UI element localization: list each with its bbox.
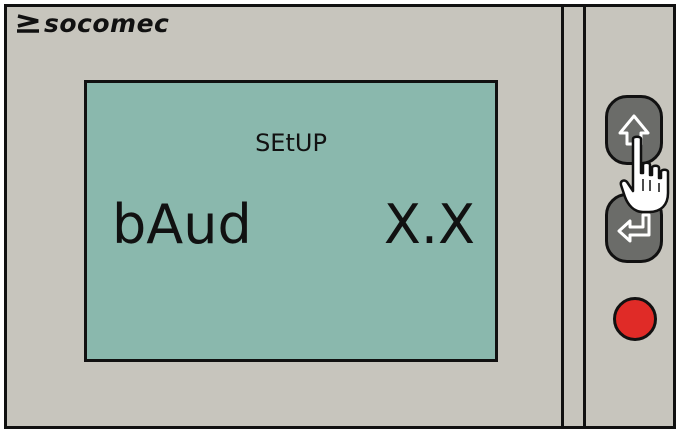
lcd-display: SEtUP bAud X.X	[84, 80, 498, 362]
socomec-logo-icon	[17, 14, 39, 33]
lcd-parameter-name: bAud	[112, 193, 252, 256]
panel-divider-right	[583, 4, 586, 429]
hand-pointer-icon	[619, 135, 670, 214]
lcd-parameter-value: X.X	[383, 193, 475, 256]
panel-divider-left	[561, 4, 564, 429]
red-indicator-button[interactable]	[613, 297, 657, 341]
lcd-menu-label: SEtUP	[255, 129, 327, 157]
brand-logo: socomec	[15, 11, 169, 37]
meter-front-panel: socomec SEtUP bAud X.X	[4, 4, 676, 429]
brand-name: socomec	[44, 9, 170, 38]
